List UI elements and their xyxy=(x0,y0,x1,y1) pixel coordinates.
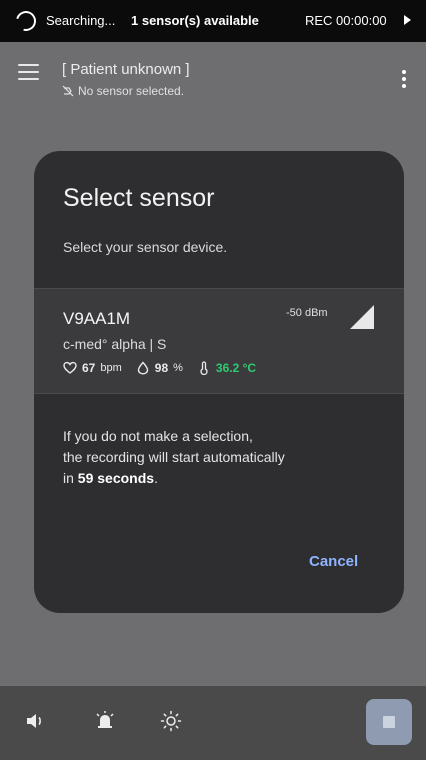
status-sensor-count: 1 sensor(s) available xyxy=(131,13,259,28)
info-line-3: in 59 seconds. xyxy=(63,468,383,489)
signal-strength-icon xyxy=(350,305,374,329)
stop-icon xyxy=(383,716,395,728)
status-bar: Searching... 1 sensor(s) available REC 0… xyxy=(0,0,426,42)
spo2: 98 % xyxy=(136,361,183,375)
sensor-vitals: 67 bpm 98 % 36.2 °C xyxy=(63,361,270,375)
sensor-status-text: No sensor selected. xyxy=(78,84,185,98)
thermometer-icon xyxy=(200,361,208,375)
sensor-list-item[interactable]: V9AA1M c-med° alpha | S -50 dBm 67 bpm 9… xyxy=(34,288,404,394)
heart-rate-value: 67 xyxy=(82,361,96,375)
dialog-title: Select sensor xyxy=(63,184,215,212)
app-bar: [ Patient unknown ] No sensor selected. xyxy=(0,42,426,114)
status-searching-text: Searching... xyxy=(46,13,116,28)
cancel-button[interactable]: Cancel xyxy=(309,553,358,570)
patient-name[interactable]: [ Patient unknown ] xyxy=(62,61,190,78)
heart-rate-unit: bpm xyxy=(100,362,122,374)
auto-start-info: If you do not make a selection, the reco… xyxy=(63,426,383,489)
more-options-icon[interactable] xyxy=(401,70,407,90)
stop-button[interactable] xyxy=(366,699,412,745)
info-line-2: the recording will start automatically xyxy=(63,449,285,465)
alarm-icon[interactable] xyxy=(94,710,116,732)
spinner-icon xyxy=(12,7,40,35)
info-line-1: If you do not make a selection, xyxy=(63,428,253,444)
spo2-unit: % xyxy=(173,362,183,374)
temperature-value: 36.2 °C xyxy=(215,361,257,375)
bottom-bar xyxy=(0,686,426,760)
menu-icon[interactable] xyxy=(18,64,39,80)
info-line-3-suffix: . xyxy=(154,470,158,486)
brightness-icon[interactable] xyxy=(160,710,182,732)
select-sensor-dialog: Select sensor Select your sensor device.… xyxy=(34,151,404,613)
play-icon[interactable] xyxy=(404,15,411,25)
no-sensor-icon xyxy=(62,85,74,97)
heart-rate: 67 bpm xyxy=(63,361,122,375)
dialog-subtitle: Select your sensor device. xyxy=(63,239,228,255)
signal-strength-text: -50 dBm xyxy=(286,307,328,319)
countdown-seconds: 59 seconds xyxy=(77,470,155,486)
sensor-status: No sensor selected. xyxy=(62,84,184,98)
recording-timer: REC 00:00:00 xyxy=(305,13,387,28)
temperature: 36.2 °C xyxy=(197,361,256,375)
volume-icon[interactable] xyxy=(24,710,46,732)
info-line-3-prefix: in xyxy=(63,470,74,486)
sensor-id: V9AA1M xyxy=(63,309,131,328)
spo2-value: 98 xyxy=(154,361,169,375)
drop-icon xyxy=(137,361,148,375)
sensor-model: c-med° alpha | S xyxy=(63,336,167,352)
heart-icon xyxy=(63,361,77,374)
